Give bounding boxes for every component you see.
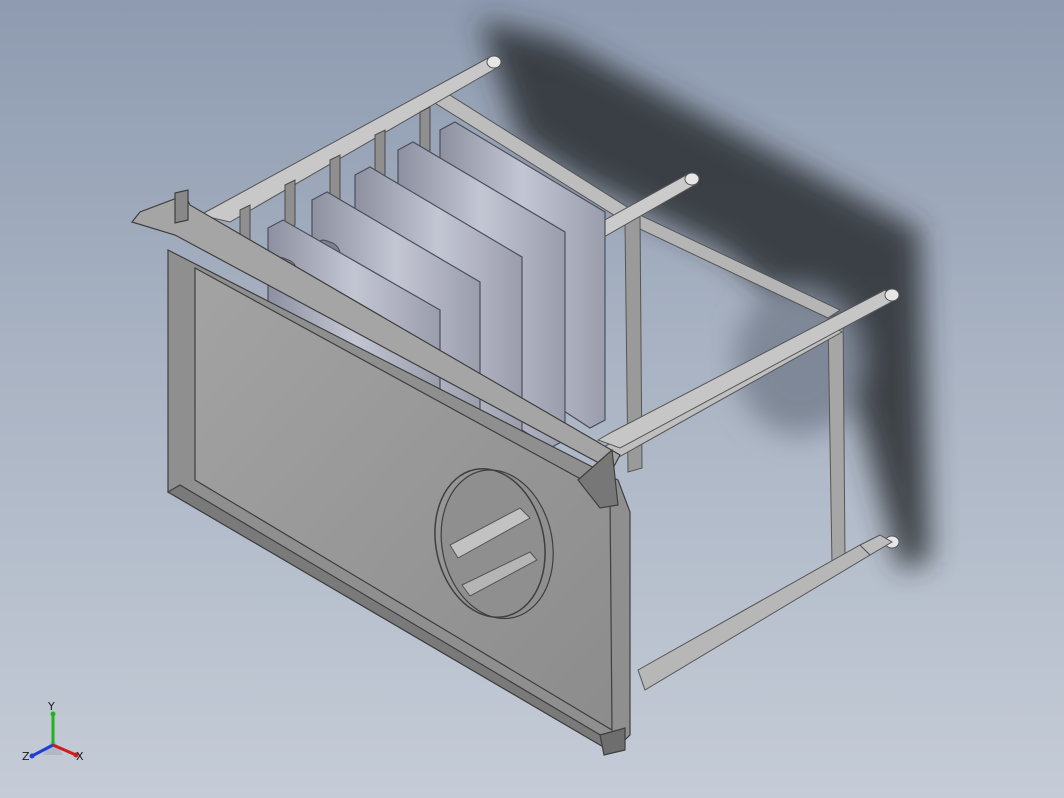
z-axis-label: Z bbox=[22, 750, 30, 763]
y-axis-label: Y bbox=[47, 700, 55, 713]
graphics-viewport[interactable]: Y X Z bbox=[0, 0, 1064, 798]
orientation-triad: Y X Z bbox=[22, 700, 84, 763]
x-axis-label: X bbox=[76, 750, 84, 763]
model-scene[interactable] bbox=[0, 0, 1064, 798]
